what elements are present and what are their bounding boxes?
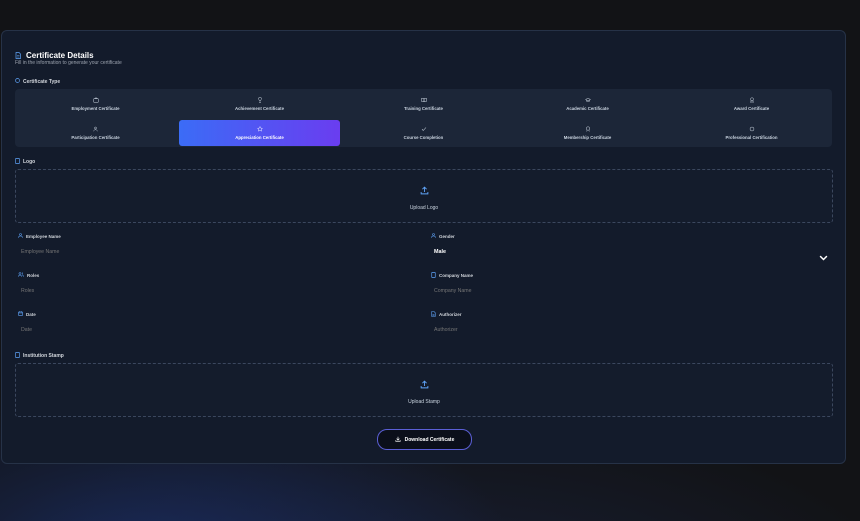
certificate-type-grid: Employment Certificate Achievement Certi… — [15, 89, 832, 147]
type-label: Professional Certification — [725, 135, 778, 140]
type-label: Membership Certificate — [563, 135, 612, 140]
user-icon — [431, 233, 436, 239]
type-label: Participation Certificate — [71, 135, 120, 140]
gender-selected-value: Male — [434, 249, 446, 255]
type-label: Award Certificate — [733, 106, 770, 111]
type-appreciation-certificate[interactable]: Appreciation Certificate — [179, 120, 340, 146]
upload-logo-label: Upload Logo — [409, 204, 439, 211]
trophy-icon — [257, 97, 263, 104]
type-label: Academic Certificate — [566, 106, 609, 111]
circle-icon — [749, 126, 755, 133]
type-achievement-certificate[interactable]: Achievement Certificate — [179, 91, 340, 117]
company-name-label: Company Name — [431, 272, 473, 279]
type-label: Training Certificate — [404, 106, 443, 111]
users-icon — [93, 126, 99, 133]
type-label: Appreciation Certificate — [235, 135, 284, 140]
stamp-upload-area[interactable]: Upload Stamp — [15, 363, 833, 417]
roles-input[interactable] — [21, 288, 401, 294]
graduation-cap-icon — [584, 97, 591, 104]
book-icon — [420, 97, 427, 104]
authorizer-input[interactable] — [434, 327, 814, 333]
gender-select[interactable]: Male — [434, 247, 832, 261]
employee-name-label: Employee Name — [18, 233, 61, 239]
upload-icon — [420, 376, 429, 394]
type-label: Achievement Certificate — [235, 106, 284, 111]
certificate-details-panel: Certificate Details Fill in the informat… — [1, 30, 846, 464]
company-name-input[interactable] — [434, 288, 814, 294]
type-training-certificate[interactable]: Training Certificate — [343, 91, 504, 117]
file-icon — [15, 158, 20, 166]
page-title: Certificate Details — [26, 50, 94, 60]
calendar-icon — [18, 311, 23, 317]
download-label: Download Certificate — [404, 436, 455, 443]
roles-label: Roles — [18, 272, 39, 278]
authorizer-label: Authorizer — [431, 311, 462, 318]
star-icon — [256, 125, 263, 133]
document-icon — [431, 311, 436, 318]
user-icon — [18, 233, 23, 239]
institution-stamp-label: Institution Stamp — [15, 352, 64, 360]
upload-stamp-label: Upload Stamp — [408, 398, 440, 405]
type-label: Course Completion — [403, 135, 444, 140]
circle-icon — [15, 78, 20, 85]
download-certificate-button[interactable]: Download Certificate — [377, 429, 472, 450]
date-input[interactable] — [21, 327, 401, 333]
page-subtitle: Fill in the information to generate your… — [15, 60, 122, 66]
type-course-completion[interactable]: Course Completion — [343, 120, 504, 146]
type-academic-certificate[interactable]: Academic Certificate — [507, 91, 668, 117]
download-icon — [395, 436, 401, 444]
users-icon — [18, 272, 24, 278]
certificate-type-label: Certificate Type — [15, 78, 60, 85]
upload-icon — [420, 182, 429, 200]
badge-icon — [585, 126, 591, 133]
logo-label: Logo — [15, 158, 35, 166]
briefcase-icon — [92, 97, 99, 104]
check-icon — [421, 126, 427, 133]
file-icon — [15, 352, 20, 360]
building-icon — [431, 272, 436, 279]
type-membership-certificate[interactable]: Membership Certificate — [507, 120, 668, 146]
type-professional-certification[interactable]: Professional Certification — [671, 120, 832, 146]
type-label: Employment Certificate — [71, 106, 120, 111]
type-participation-certificate[interactable]: Participation Certificate — [15, 120, 176, 146]
type-employment-certificate[interactable]: Employment Certificate — [15, 91, 176, 117]
award-icon — [749, 97, 755, 104]
date-label: Date — [18, 311, 36, 317]
logo-upload-area[interactable]: Upload Logo — [15, 169, 833, 223]
chevron-down-icon — [819, 248, 828, 266]
employee-name-input[interactable] — [21, 249, 401, 255]
gender-label: Gender — [431, 233, 455, 239]
type-award-certificate[interactable]: Award Certificate — [671, 91, 832, 117]
